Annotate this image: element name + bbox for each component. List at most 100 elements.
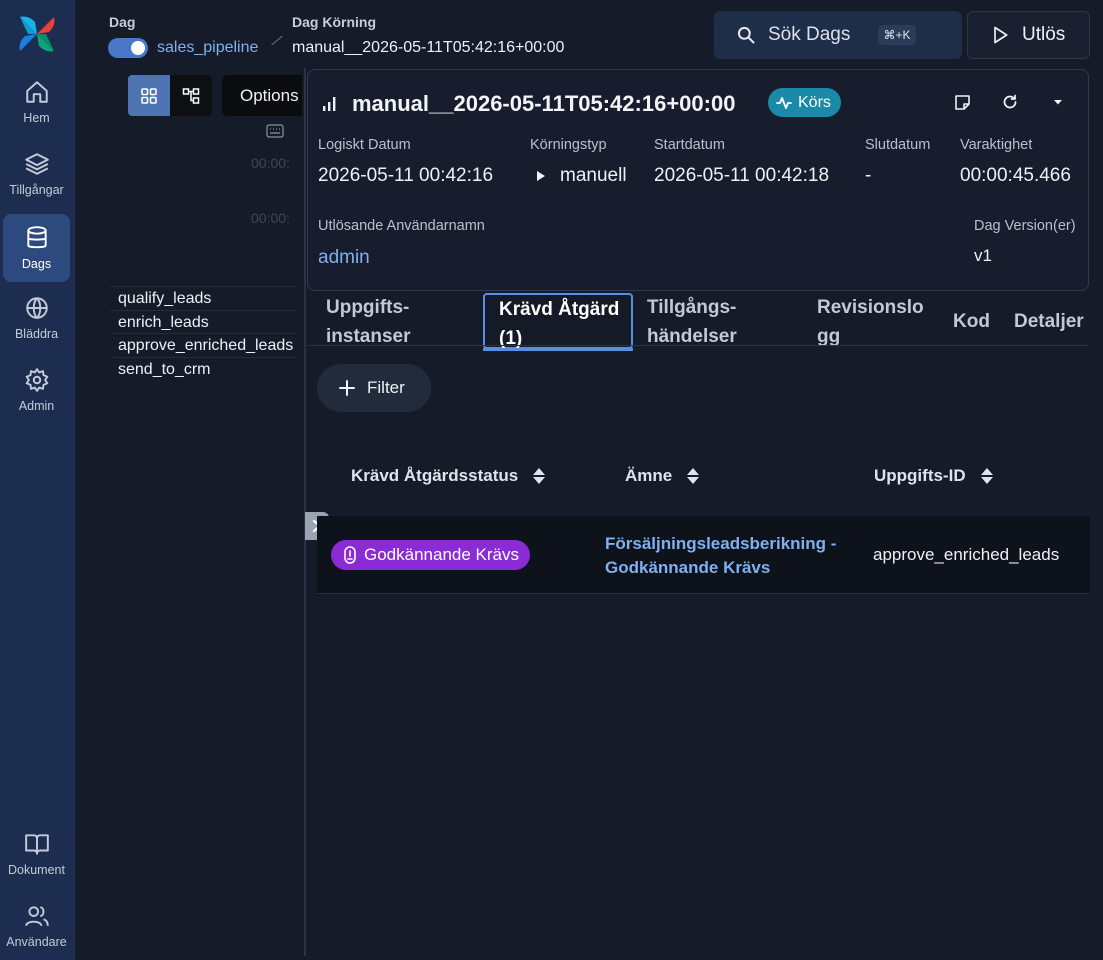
- breadcrumb-run-label: Dag Körning: [292, 14, 376, 30]
- tab-label: Detaljer: [1014, 311, 1084, 332]
- tab-asset-events[interactable]: Tillgångs- händelser: [647, 293, 737, 351]
- users-icon: [24, 906, 49, 927]
- tabs-divider: [307, 345, 1089, 346]
- dag-pause-toggle[interactable]: [108, 38, 148, 58]
- tab-label: Kod: [953, 311, 990, 332]
- note-button[interactable]: [952, 92, 972, 112]
- breadcrumb-dag-link[interactable]: sales_pipeline: [157, 39, 258, 57]
- home-icon: [25, 81, 48, 103]
- note-icon: [954, 94, 970, 110]
- triggering-user-link[interactable]: admin: [318, 247, 370, 269]
- play-outline-icon: [994, 26, 1008, 44]
- grid-icon: [141, 87, 157, 104]
- nav-home-label: Hem: [23, 111, 50, 125]
- task-row[interactable]: send_to_crm: [110, 356, 296, 381]
- column-header-label: Ämne: [625, 466, 673, 485]
- grid-time-label: 00:00:: [251, 155, 290, 171]
- tab-label: (1): [499, 328, 523, 349]
- task-list: qualify_leads enrich_leads approve_enric…: [110, 286, 296, 380]
- column-header-subject[interactable]: Ämne: [625, 466, 700, 486]
- tab-code[interactable]: Kod: [953, 307, 990, 336]
- subject-line: Försäljningsleadsberikning -: [605, 534, 837, 553]
- column-header-task-id[interactable]: Uppgifts-ID: [874, 466, 994, 486]
- graph-icon: [182, 87, 200, 104]
- end-date-value: -: [865, 165, 872, 186]
- column-header-label: Krävd Åtgärdsstatus: [351, 466, 519, 485]
- tab-label: Revisionslo: [817, 297, 924, 318]
- manual-run-icon: [537, 171, 545, 181]
- dag-version-label: Dag Version(er): [974, 218, 1076, 234]
- run-type-label: Körningstyp: [530, 137, 607, 153]
- nav-docs[interactable]: Dokument: [3, 820, 70, 888]
- column-header-label: Uppgifts-ID: [874, 466, 966, 485]
- nav-browse-label: Bläddra: [14, 327, 59, 341]
- search-dags-button[interactable]: Sök Dags ⌘+K: [714, 11, 962, 59]
- grid-view-button[interactable]: [128, 75, 170, 116]
- tab-task-instances[interactable]: Uppgifts- instanser: [326, 293, 410, 351]
- refresh-button[interactable]: [1000, 92, 1020, 112]
- breadcrumb-dag-label: Dag: [109, 14, 136, 30]
- activity-icon: [776, 96, 792, 109]
- globe-icon: [25, 297, 48, 320]
- search-label: Sök Dags: [768, 24, 851, 45]
- tab-details[interactable]: Detaljer: [1014, 307, 1084, 336]
- nav-home[interactable]: Hem: [3, 68, 70, 136]
- nav-assets-label: Tillgångar: [9, 183, 64, 197]
- filter-button[interactable]: Filter: [317, 364, 431, 412]
- task-row[interactable]: qualify_leads: [110, 286, 296, 310]
- keyboard-icon[interactable]: [266, 124, 284, 138]
- table-row[interactable]: Godkännande Krävs Försäljningsleadsberik…: [317, 516, 1090, 594]
- start-date-label: Startdatum: [654, 137, 725, 153]
- tab-label: instanser: [326, 326, 411, 347]
- end-date-label: Slutdatum: [865, 137, 931, 153]
- sort-icon: [533, 468, 546, 484]
- sort-icon: [687, 468, 700, 484]
- breadcrumb-separator: [271, 35, 283, 46]
- start-date-value: 2026-05-11 00:42:18: [654, 165, 830, 186]
- nav-admin[interactable]: Admin: [3, 356, 70, 424]
- tab-required-actions[interactable]: Krävd Åtgärd (1): [483, 293, 633, 351]
- tab-audit-log[interactable]: Revisionslo gg: [817, 293, 924, 351]
- graph-view-button[interactable]: [170, 75, 212, 116]
- nav-users[interactable]: Användare: [3, 892, 70, 960]
- breadcrumb-run-value: manual__2026-05-11T05:42:16+00:00: [292, 39, 565, 56]
- task-row[interactable]: enrich_leads: [110, 309, 296, 334]
- more-actions-button[interactable]: [1048, 92, 1068, 112]
- hourglass-icon: [344, 546, 356, 564]
- grid-time-label: 00:00:: [251, 210, 290, 226]
- subject-link[interactable]: Försäljningsleadsberikning - Godkännande…: [605, 532, 845, 579]
- duration-label: Varaktighet: [960, 137, 1033, 153]
- nav-dags[interactable]: Dags: [3, 214, 70, 282]
- dag-version-value: v1: [974, 246, 992, 265]
- tab-label: gg: [817, 326, 841, 347]
- run-state-label: Körs: [798, 93, 831, 111]
- signal-bars-icon: [323, 97, 336, 111]
- dag-run-header-card: manual__2026-05-11T05:42:16+00:00 Körs L…: [307, 69, 1089, 291]
- subject-line: Godkännande Krävs: [605, 557, 771, 577]
- run-title: manual__2026-05-11T05:42:16+00:00: [352, 91, 736, 116]
- nav-assets[interactable]: Tillgångar: [3, 140, 70, 208]
- tab-label: händelser: [647, 326, 737, 347]
- trigger-button[interactable]: Utlös: [967, 11, 1090, 59]
- options-button[interactable]: Options: [222, 75, 302, 116]
- logical-date-label: Logiskt Datum: [318, 137, 411, 153]
- search-icon: [737, 26, 755, 44]
- task-row[interactable]: approve_enriched_leads: [110, 333, 296, 357]
- run-type-value: manuell: [560, 165, 627, 186]
- sort-icon: [980, 468, 993, 484]
- duration-value: 00:00:45.466: [960, 165, 1071, 186]
- column-header-status[interactable]: Krävd Åtgärdsstatus: [351, 466, 546, 486]
- nav-admin-label: Admin: [18, 399, 55, 413]
- filter-label: Filter: [367, 378, 405, 397]
- trigger-label: Utlös: [1022, 24, 1066, 45]
- task-id-cell: approve_enriched_leads: [873, 545, 1060, 564]
- airflow-logo[interactable]: [16, 13, 58, 55]
- status-badge-label: Godkännande Krävs: [364, 545, 519, 564]
- refresh-icon: [1003, 94, 1017, 109]
- nav-docs-label: Dokument: [8, 863, 65, 877]
- logical-date-value: 2026-05-11 00:42:16: [318, 165, 494, 186]
- nav-users-label: Användare: [6, 935, 67, 949]
- tab-label: Krävd Åtgärd: [499, 299, 620, 320]
- nav-dags-label: Dags: [21, 257, 52, 271]
- nav-browse[interactable]: Bläddra: [3, 284, 70, 352]
